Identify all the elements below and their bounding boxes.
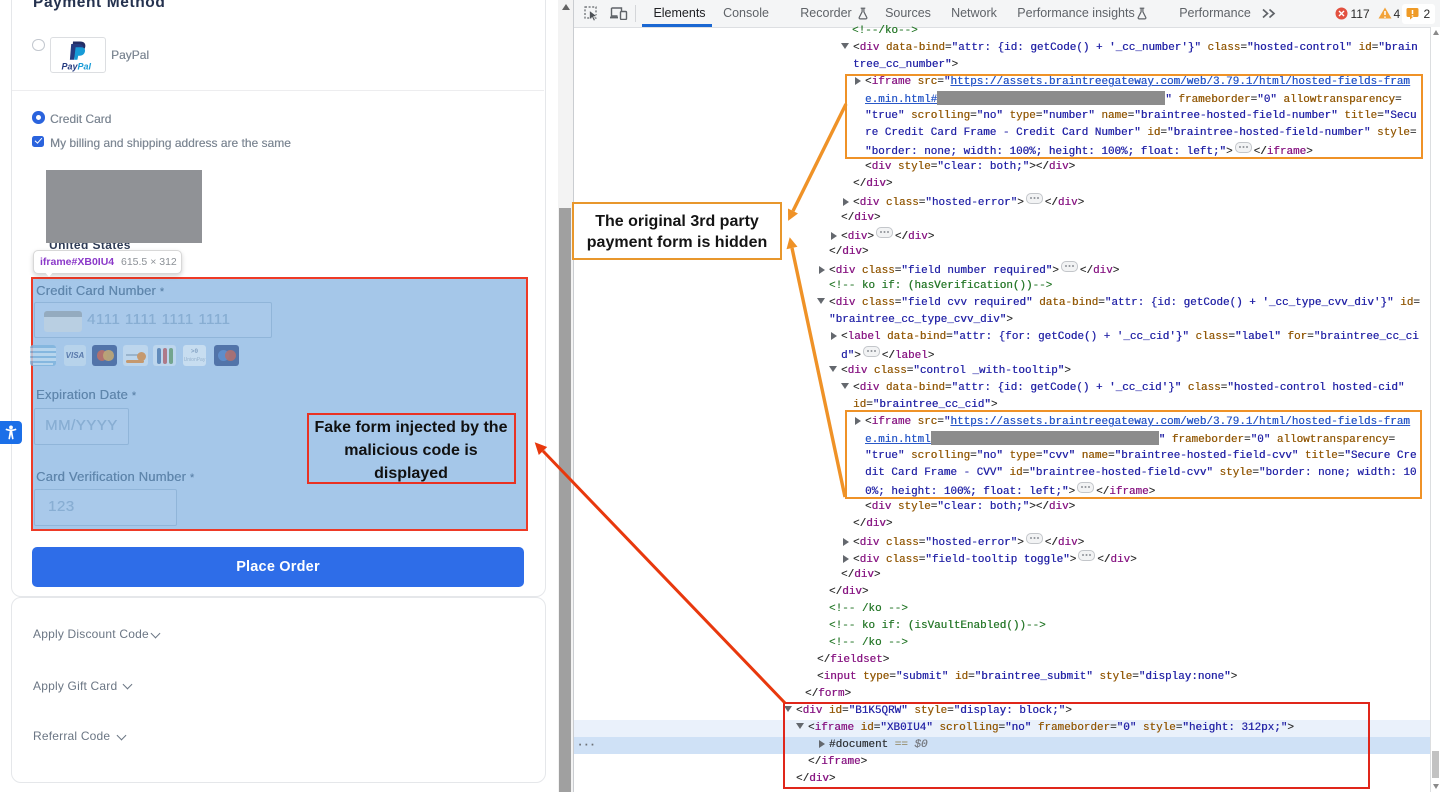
svg-text:PayPal: PayPal [61,62,91,72]
